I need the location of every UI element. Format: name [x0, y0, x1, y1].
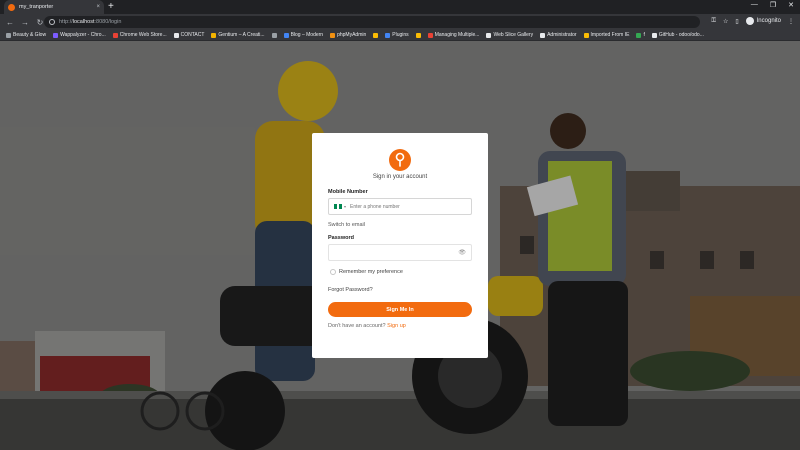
eye-icon[interactable]: 👁 [458, 249, 466, 256]
minimize-button[interactable]: — [751, 1, 758, 9]
bookmark-favicon-icon [271, 32, 277, 38]
phone-number-input[interactable] [350, 203, 466, 210]
bookmark-favicon-icon [583, 32, 589, 38]
tab-title: my_tranporter [19, 4, 54, 10]
browser-tab[interactable]: my_tranporter × [4, 0, 104, 14]
incognito-indicator[interactable]: Incognito [745, 17, 781, 25]
password-label: Password [328, 235, 354, 241]
toolbar-right: ⚿ ☆ ▯ Incognito ⋮ [711, 17, 794, 25]
page-viewport: Sign in your account Mobile Number ▾ Swi… [0, 41, 800, 450]
bookmark-item[interactable]: GitHub - odoo/odo... [651, 32, 704, 38]
nigeria-flag-icon[interactable] [334, 204, 343, 209]
login-card: Sign in your account Mobile Number ▾ Swi… [312, 133, 488, 358]
bookmark-item[interactable] [373, 32, 379, 38]
bookmark-item[interactable]: phpMyAdmin [330, 32, 366, 38]
key-icon[interactable]: ⚿ [711, 18, 716, 25]
bookmarks-bar: Beauty & Glow Wappalyzer - Chro... Chrome … [0, 30, 800, 41]
bookmark-favicon-icon [651, 32, 657, 38]
bookmark-item[interactable]: Wappalyzer - Chro... [53, 32, 106, 38]
bookmark-favicon-icon [283, 32, 289, 38]
bookmark-label: Imported From IE [590, 32, 630, 38]
site-info-icon[interactable] [49, 19, 55, 25]
signin-subtitle: Sign in your account [372, 174, 428, 180]
bookmark-label: f [643, 32, 645, 38]
bookmark-label: Chrome Web Store... [119, 32, 167, 38]
bookmark-label: GitHub - odoo/odo... [658, 32, 704, 38]
bookmark-item[interactable]: f [636, 32, 645, 38]
bookmark-label: Web Slice Gallery [493, 32, 534, 38]
sign-up-link[interactable]: Sign up [387, 323, 406, 329]
forward-arrow-icon[interactable]: → [21, 18, 29, 27]
tab-strip: my_tranporter × + — ❐ ✕ [0, 0, 800, 14]
bookmark-label: Beauty & Glow [13, 32, 47, 38]
bookmark-favicon-icon [6, 32, 11, 38]
bookmark-label: Plugins [392, 32, 409, 38]
bookmark-label: CONTACT [180, 32, 205, 38]
bookmark-item[interactable]: Managing Multiple... [427, 32, 480, 38]
bookmark-favicon-icon [540, 32, 546, 38]
bookmark-favicon-icon [373, 32, 379, 38]
bookmark-star-icon[interactable]: ☆ [723, 18, 728, 25]
bookmark-favicon-icon [415, 32, 421, 38]
bookmark-label: Administrator [547, 32, 577, 38]
phone-input-group: ▾ [328, 198, 472, 215]
menu-kebab-icon[interactable]: ⋮ [788, 18, 794, 25]
bookmark-favicon-icon [211, 32, 217, 38]
bookmark-item[interactable]: Gentium – A Creati... [211, 32, 265, 38]
remember-label: Remember my preference [339, 269, 403, 275]
close-window-button[interactable]: ✕ [788, 1, 794, 9]
bookmark-item[interactable]: CONTACT [173, 32, 205, 38]
side-panel-icon[interactable]: ▯ [735, 18, 738, 25]
bookmark-favicon-icon [385, 32, 391, 38]
back-arrow-icon[interactable]: ← [6, 18, 14, 27]
bookmark-favicon-icon [53, 32, 59, 38]
bookmark-label: Blog – Modern [290, 32, 324, 38]
signup-prompt: Don't have an account? Sign up [328, 323, 406, 329]
incognito-avatar-icon [745, 17, 754, 25]
address-bar[interactable]: http://localhost:8080/login [44, 16, 700, 28]
chevron-down-icon[interactable]: ▾ [344, 204, 346, 209]
bookmark-item[interactable]: Web Slice Gallery [486, 32, 533, 38]
browser-toolbar: ← → ↻ http://localhost:8080/login ⚿ ☆ ▯ … [0, 14, 800, 30]
restore-button[interactable]: ❐ [770, 1, 776, 9]
location-pin-logo-icon [389, 149, 411, 171]
reload-icon[interactable]: ↻ [36, 18, 44, 27]
forgot-password-link[interactable]: Forgot Password? [328, 287, 472, 293]
bookmark-favicon-icon [427, 32, 433, 38]
switch-to-email-link[interactable]: Switch to email [328, 222, 472, 228]
bookmark-item[interactable]: Chrome Web Store... [112, 32, 167, 38]
bookmark-label: Gentium – A Creati... [218, 32, 265, 38]
bookmark-item[interactable] [415, 32, 421, 38]
remember-preference[interactable]: Remember my preference [328, 269, 472, 275]
bookmark-label: phpMyAdmin [337, 32, 367, 38]
bookmark-item[interactable]: Imported From IE [583, 32, 630, 38]
new-tab-button[interactable]: + [108, 1, 114, 12]
tab-close-icon[interactable]: × [96, 4, 100, 10]
sign-in-button[interactable]: Sign Me In [328, 302, 472, 317]
bookmark-favicon-icon [112, 32, 118, 38]
bookmark-favicon-icon [173, 32, 179, 38]
bookmark-item[interactable]: Administrator [540, 32, 577, 38]
bookmark-favicon-icon [486, 32, 492, 38]
site-favicon-icon [8, 3, 15, 11]
bookmark-item[interactable]: Plugins [385, 32, 409, 38]
window-controls: — ❐ ✕ [751, 1, 794, 9]
bookmark-favicon-icon [636, 32, 642, 38]
mobile-number-label: Mobile Number [328, 189, 368, 195]
remember-checkbox[interactable] [330, 269, 336, 275]
bookmark-favicon-icon [330, 32, 336, 38]
bookmark-item[interactable]: Blog – Modern [283, 32, 324, 38]
password-input[interactable] [334, 249, 459, 256]
bookmark-label: Wappalyzer - Chro... [60, 32, 106, 38]
bookmark-item[interactable] [271, 32, 277, 38]
bookmark-item[interactable]: Beauty & Glow [6, 32, 46, 38]
url-text: http://localhost:8080/login [59, 19, 122, 25]
password-input-group: 👁 [328, 244, 472, 261]
bookmark-label: Managing Multiple... [434, 32, 480, 38]
